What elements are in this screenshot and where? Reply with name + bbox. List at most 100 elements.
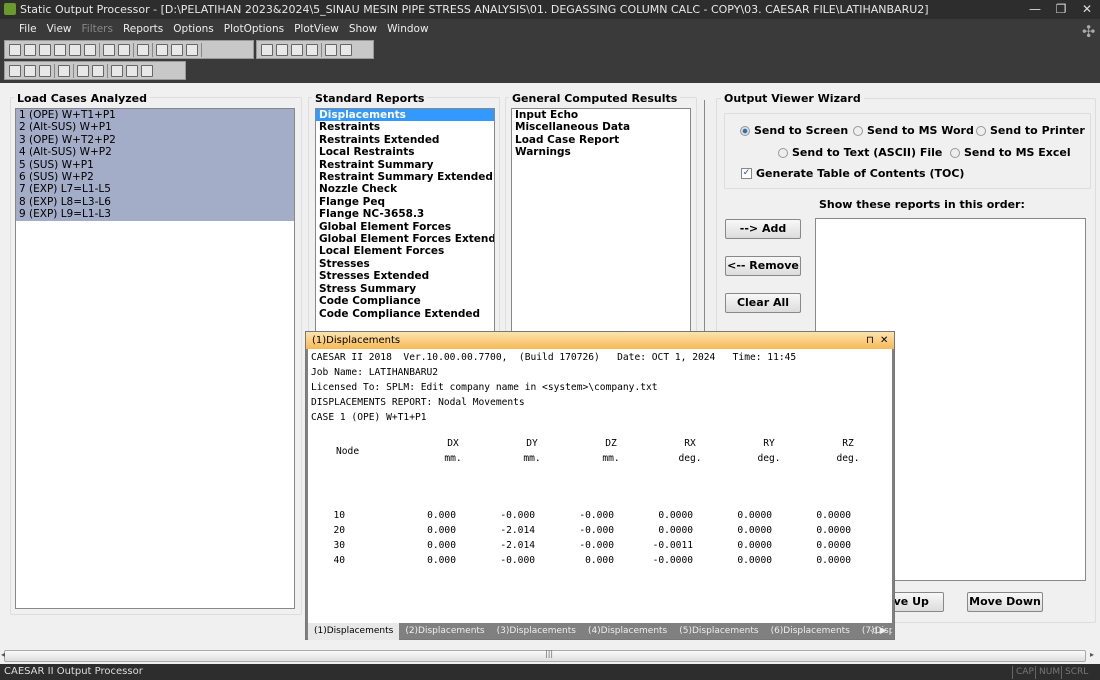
load-case-item[interactable]: 7 (EXP) L7=L1-L5 <box>16 183 294 196</box>
load-case-item[interactable]: 8 (EXP) L8=L3-L6 <box>16 195 294 209</box>
close-button[interactable]: ✕ <box>1074 0 1100 19</box>
report-props-icon[interactable] <box>306 43 318 56</box>
standard-report-item[interactable]: Code Compliance <box>316 295 494 307</box>
load-case-item[interactable]: 6 (SUS) W+P2 <box>16 171 294 184</box>
report-tab[interactable]: (3)Displacements <box>491 623 582 640</box>
add-button[interactable]: --> Add <box>725 219 801 239</box>
radio-send-to-printer[interactable]: Send to Printer <box>976 124 1085 137</box>
standard-reports-title: Standard Reports <box>312 92 428 105</box>
standard-report-item[interactable]: Nozzle Check <box>316 183 494 195</box>
standard-report-item[interactable]: Restraint Summary Extended <box>316 171 494 183</box>
load-case-item[interactable]: 5 (SUS) W+P1 <box>16 158 294 172</box>
standard-report-item[interactable]: Code Compliance Extended <box>316 308 494 320</box>
standard-report-item[interactable]: Stresses <box>316 258 494 270</box>
standard-report-item[interactable]: Flange NC-3658.3 <box>316 208 494 220</box>
general-result-item[interactable]: Miscellaneous Data <box>512 121 690 133</box>
paste-icon[interactable] <box>54 43 66 56</box>
maximize-button[interactable]: ❐ <box>1048 0 1074 19</box>
forward-icon[interactable] <box>24 64 36 77</box>
stop-icon[interactable] <box>103 43 115 56</box>
tile-icon[interactable] <box>126 64 138 77</box>
report-tab[interactable]: (5)Displacements <box>673 623 764 640</box>
report-tab[interactable]: (2)Displacements <box>399 623 490 640</box>
edit-report-icon[interactable] <box>276 43 288 56</box>
standard-report-item[interactable]: Local Element Forces <box>316 245 494 257</box>
preview-icon[interactable] <box>141 64 153 77</box>
minimize-button[interactable]: — <box>1022 0 1048 19</box>
standard-report-item[interactable]: Flange Peq <box>316 196 494 208</box>
standard-reports-list[interactable]: Displacements Restraints Restraints Extend… <box>315 108 495 338</box>
menu-plotoptions[interactable]: PlotOptions <box>219 19 289 39</box>
move-down-button[interactable]: Move Down <box>967 592 1043 612</box>
report-header-line: CASE 1 (OPE) W+T1+P1 <box>311 412 427 423</box>
menu-plotview[interactable]: PlotView <box>289 19 344 39</box>
menu-options[interactable]: Options <box>168 19 219 39</box>
report-tab[interactable]: (4)Displacements <box>582 623 673 640</box>
menu-show[interactable]: Show <box>344 19 382 39</box>
page-icon[interactable] <box>69 43 81 56</box>
pin-icon[interactable]: ⊓ <box>866 332 874 349</box>
import-icon[interactable] <box>325 43 337 56</box>
open-icon[interactable] <box>9 43 21 56</box>
page2-icon[interactable] <box>84 43 96 56</box>
excel-icon[interactable] <box>171 43 183 56</box>
report-tab[interactable]: (6)Displacements <box>765 623 856 640</box>
print-icon[interactable] <box>137 43 149 56</box>
general-results-list[interactable]: Input Echo Miscellaneous Data Load Case Re… <box>511 108 691 338</box>
menu-file[interactable]: File <box>14 19 42 39</box>
toc-checkbox[interactable]: ✓ Generate Table of Contents (TOC) <box>741 167 964 180</box>
chart-icon[interactable] <box>118 43 130 56</box>
add-report-icon[interactable] <box>261 43 273 56</box>
menu-filters[interactable]: Filters <box>77 19 118 39</box>
standard-report-item[interactable]: Stresses Extended <box>316 270 494 282</box>
scroll-left-icon[interactable]: ◂ <box>1 650 5 659</box>
export-icon[interactable] <box>186 43 198 56</box>
save-icon[interactable] <box>24 43 36 56</box>
load-case-item[interactable]: 4 (Alt-SUS) W+P2 <box>16 146 294 159</box>
standard-report-item[interactable]: Displacements <box>316 109 494 122</box>
zoom-out-icon[interactable] <box>92 64 104 77</box>
scroll-right-icon[interactable]: ▸ <box>1090 650 1094 659</box>
load-case-item[interactable]: 9 (EXP) L9=L1-L3 <box>16 208 294 221</box>
load-case-item[interactable]: 2 (Alt-SUS) W+P1 <box>16 121 294 134</box>
horizontal-scrollbar[interactable]: ||| <box>4 649 1086 662</box>
load-case-item[interactable]: 3 (OPE) W+T2+P2 <box>16 133 294 147</box>
general-result-item[interactable]: Load Case Report <box>512 134 690 146</box>
find-icon[interactable] <box>58 64 70 77</box>
general-result-item[interactable]: Input Echo <box>512 109 690 121</box>
page-view-icon[interactable] <box>39 64 51 77</box>
delete-report-icon[interactable] <box>291 43 303 56</box>
close-report-icon[interactable]: ✕ <box>880 332 888 349</box>
radio-send-to-text[interactable]: Send to Text (ASCII) File <box>778 146 942 159</box>
report-tab[interactable]: (1)Displacements <box>308 623 400 640</box>
radio-send-to-screen[interactable]: Send to Screen <box>740 124 848 137</box>
standard-report-item[interactable]: Restraint Summary <box>316 159 494 171</box>
clear-all-button[interactable]: Clear All <box>725 293 801 313</box>
word-icon[interactable] <box>156 43 168 56</box>
standard-report-item[interactable]: Local Restraints <box>316 146 494 158</box>
column-unit: deg. <box>757 453 781 464</box>
general-result-item[interactable]: Warnings <box>512 146 690 158</box>
remove-button[interactable]: <-- Remove <box>725 256 801 276</box>
toolbar-separator <box>133 42 134 57</box>
radio-send-to-excel[interactable]: Send to MS Excel <box>950 146 1071 159</box>
menu-view[interactable]: View <box>42 19 77 39</box>
standard-report-item[interactable]: Restraints Extended <box>316 134 494 146</box>
menu-reports[interactable]: Reports <box>118 19 168 39</box>
standard-report-item[interactable]: Global Element Forces Extended <box>316 233 494 245</box>
radio-send-to-word[interactable]: Send to MS Word <box>853 124 974 137</box>
copy-icon[interactable] <box>39 43 51 56</box>
load-cases-list[interactable]: 1 (OPE) W+T1+P1 2 (Alt-SUS) W+P1 3 (OPE) W… <box>15 108 295 609</box>
menu-window[interactable]: Window <box>382 19 433 39</box>
load-case-item[interactable]: 1 (OPE) W+T1+P1 <box>16 109 294 122</box>
back-icon[interactable] <box>9 64 21 77</box>
standard-report-item[interactable]: Restraints <box>316 121 494 133</box>
tab-scroll-arrows-icon[interactable]: ◁ ▶ <box>870 623 887 640</box>
standard-report-item[interactable]: Stress Summary <box>316 283 494 295</box>
export2-icon[interactable] <box>340 43 352 56</box>
zoom-in-icon[interactable] <box>77 64 89 77</box>
report-window-titlebar[interactable]: (1)Displacements ⊓ ✕ <box>306 332 894 349</box>
column-header: DY <box>526 438 538 449</box>
window-icon[interactable] <box>111 64 123 77</box>
standard-report-item[interactable]: Global Element Forces <box>316 221 494 233</box>
